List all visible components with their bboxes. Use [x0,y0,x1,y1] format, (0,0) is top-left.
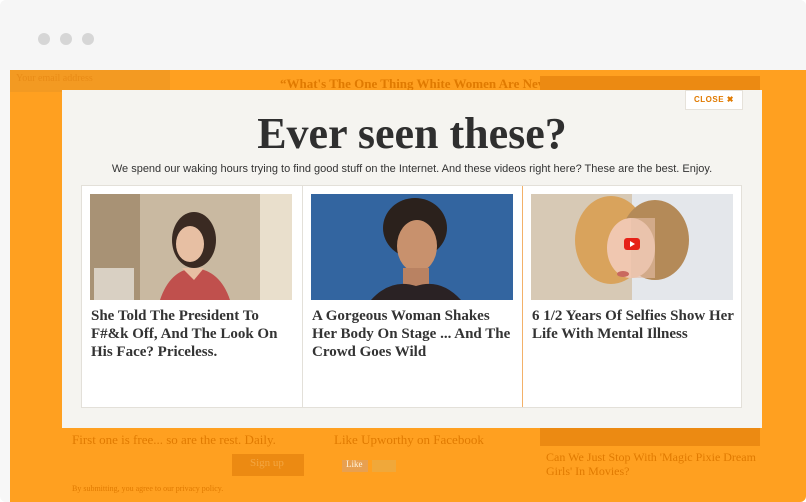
signup-button[interactable]: Sign up [232,454,304,476]
signup-label: Sign up [250,457,284,469]
window-dot-minimize[interactable] [60,33,72,45]
sidebar-link[interactable]: Can We Just Stop With 'Magic Pixie Dream… [546,450,756,478]
video-cards: She Told The President To F#&k Off, And … [81,185,742,408]
video-card[interactable]: She Told The President To F#&k Off, And … [82,186,302,407]
play-icon[interactable] [624,238,640,250]
video-card[interactable]: 6 1/2 Years Of Selfies Show Her Life Wit… [522,186,742,407]
fine-print: By submitting, you agree to our privacy … [72,484,224,493]
window-dot-maximize[interactable] [82,33,94,45]
video-title[interactable]: A Gorgeous Woman Shakes Her Body On Stag… [312,307,516,361]
sidebar-image[interactable] [540,426,760,446]
video-title[interactable]: 6 1/2 Years Of Selfies Show Her Life Wit… [532,307,736,343]
video-thumbnail[interactable] [531,194,733,300]
popup-modal: CLOSE ✖ Ever seen these? We spend our wa… [62,90,762,428]
video-thumbnail[interactable] [90,194,292,300]
facebook-like-button[interactable]: Like [342,459,368,472]
facebook-like-count [372,460,396,472]
facebook-like-text: Like Upworthy on Facebook [334,432,484,447]
video-card[interactable]: A Gorgeous Woman Shakes Her Body On Stag… [302,186,522,407]
modal-title: Ever seen these? [257,109,567,158]
facebook-like-label: Like [346,459,363,469]
email-input[interactable]: Your email address [10,70,170,92]
window-dot-close[interactable] [38,33,50,45]
video-thumbnail[interactable] [311,194,513,300]
email-placeholder: Your email address [16,73,93,84]
video-title[interactable]: She Told The President To F#&k Off, And … [91,307,295,361]
modal-subtitle: We spend our waking hours trying to find… [111,163,713,175]
browser-window: “What's The One Thing White Women Are Ne… [0,0,806,502]
close-label: CLOSE ✖ [694,95,734,104]
window-chrome [0,0,806,70]
close-button[interactable]: CLOSE ✖ [685,90,743,110]
newsletter-text: First one is free... so are the rest. Da… [72,432,276,447]
